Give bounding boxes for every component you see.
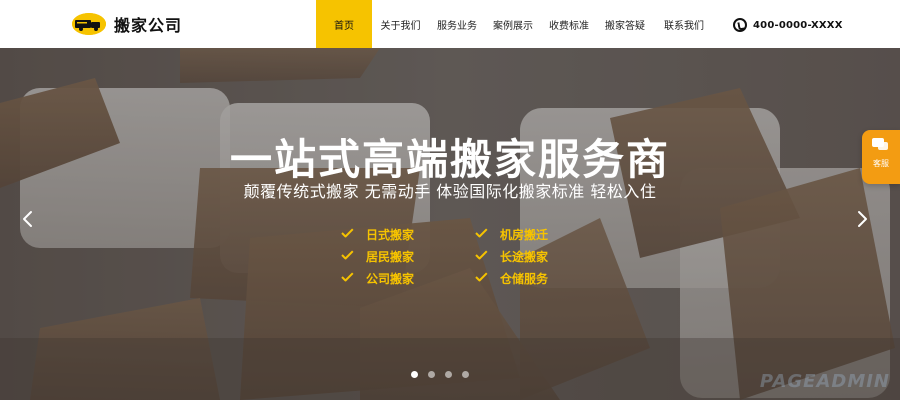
feature-label: 机房搬迁 (500, 227, 549, 242)
checkmark-icon (474, 226, 490, 242)
main-nav: 首页 关于我们 服务业务 案例展示 收费标准 搬家答疑 联系我们 (316, 0, 715, 48)
carousel-dots (411, 371, 475, 381)
phone-number: 400-0000-XXXX (753, 19, 843, 31)
nav-item-pricing[interactable]: 收费标准 (541, 0, 597, 48)
customer-service-label: 客服 (873, 159, 889, 168)
hero-banner: 一站式高端搬家服务商 颠覆传统式搬家 无需动手 体验国际化搬家标准 轻松入住 日… (0, 48, 900, 400)
customer-service-tab[interactable]: 客服 (862, 130, 900, 184)
feature-label: 公司搬家 (366, 271, 415, 286)
carousel-prev-button[interactable] (19, 210, 37, 228)
phone-icon (733, 18, 747, 32)
chevron-left-icon (23, 211, 32, 227)
feature-item: 仓储服务 (474, 268, 548, 288)
nav-item-about[interactable]: 关于我们 (372, 0, 429, 48)
nav-item-home[interactable]: 首页 (316, 0, 372, 48)
hero-feature-list: 日式搬家 居民搬家 公司搬家 机房搬迁 长途搬家 仓储服务 (340, 224, 600, 294)
carousel-dot[interactable] (428, 371, 435, 378)
checkmark-icon (340, 226, 356, 242)
brand-name: 搬家公司 (114, 16, 183, 35)
carousel-dot[interactable] (445, 371, 452, 378)
nav-item-contact[interactable]: 联系我们 (653, 0, 715, 48)
checkmark-icon (474, 248, 490, 264)
feature-label: 居民搬家 (366, 249, 415, 264)
feature-item: 长途搬家 (474, 246, 548, 266)
feature-item: 居民搬家 (340, 246, 414, 266)
feature-item: 日式搬家 (340, 224, 414, 244)
checkmark-icon (340, 248, 356, 264)
chevron-right-icon (858, 211, 867, 227)
nav-item-faq[interactable]: 搬家答疑 (597, 0, 653, 48)
feature-label: 仓储服务 (500, 271, 549, 286)
feature-item: 公司搬家 (340, 268, 414, 288)
checkmark-icon (474, 270, 490, 286)
brand-logo[interactable]: 搬家公司 (72, 10, 192, 38)
carousel-next-button[interactable] (853, 210, 871, 228)
feature-label: 长途搬家 (500, 249, 549, 264)
hero-subheadline: 颠覆传统式搬家 无需动手 体验国际化搬家标准 轻松入住 (243, 182, 657, 201)
feature-label: 日式搬家 (366, 227, 415, 242)
site-header: 搬家公司 首页 关于我们 服务业务 案例展示 收费标准 搬家答疑 联系我们 40… (0, 0, 900, 48)
feature-item: 机房搬迁 (474, 224, 548, 244)
checkmark-icon (340, 270, 356, 286)
chat-icon (872, 138, 888, 152)
truck-icon (72, 13, 106, 35)
carousel-dot[interactable] (411, 371, 418, 378)
watermark-text: PAGEADMIN (759, 371, 890, 392)
nav-item-services[interactable]: 服务业务 (429, 0, 485, 48)
nav-item-cases[interactable]: 案例展示 (485, 0, 541, 48)
phone-contact[interactable]: 400-0000-XXXX (733, 16, 843, 34)
carousel-dot[interactable] (462, 371, 469, 378)
